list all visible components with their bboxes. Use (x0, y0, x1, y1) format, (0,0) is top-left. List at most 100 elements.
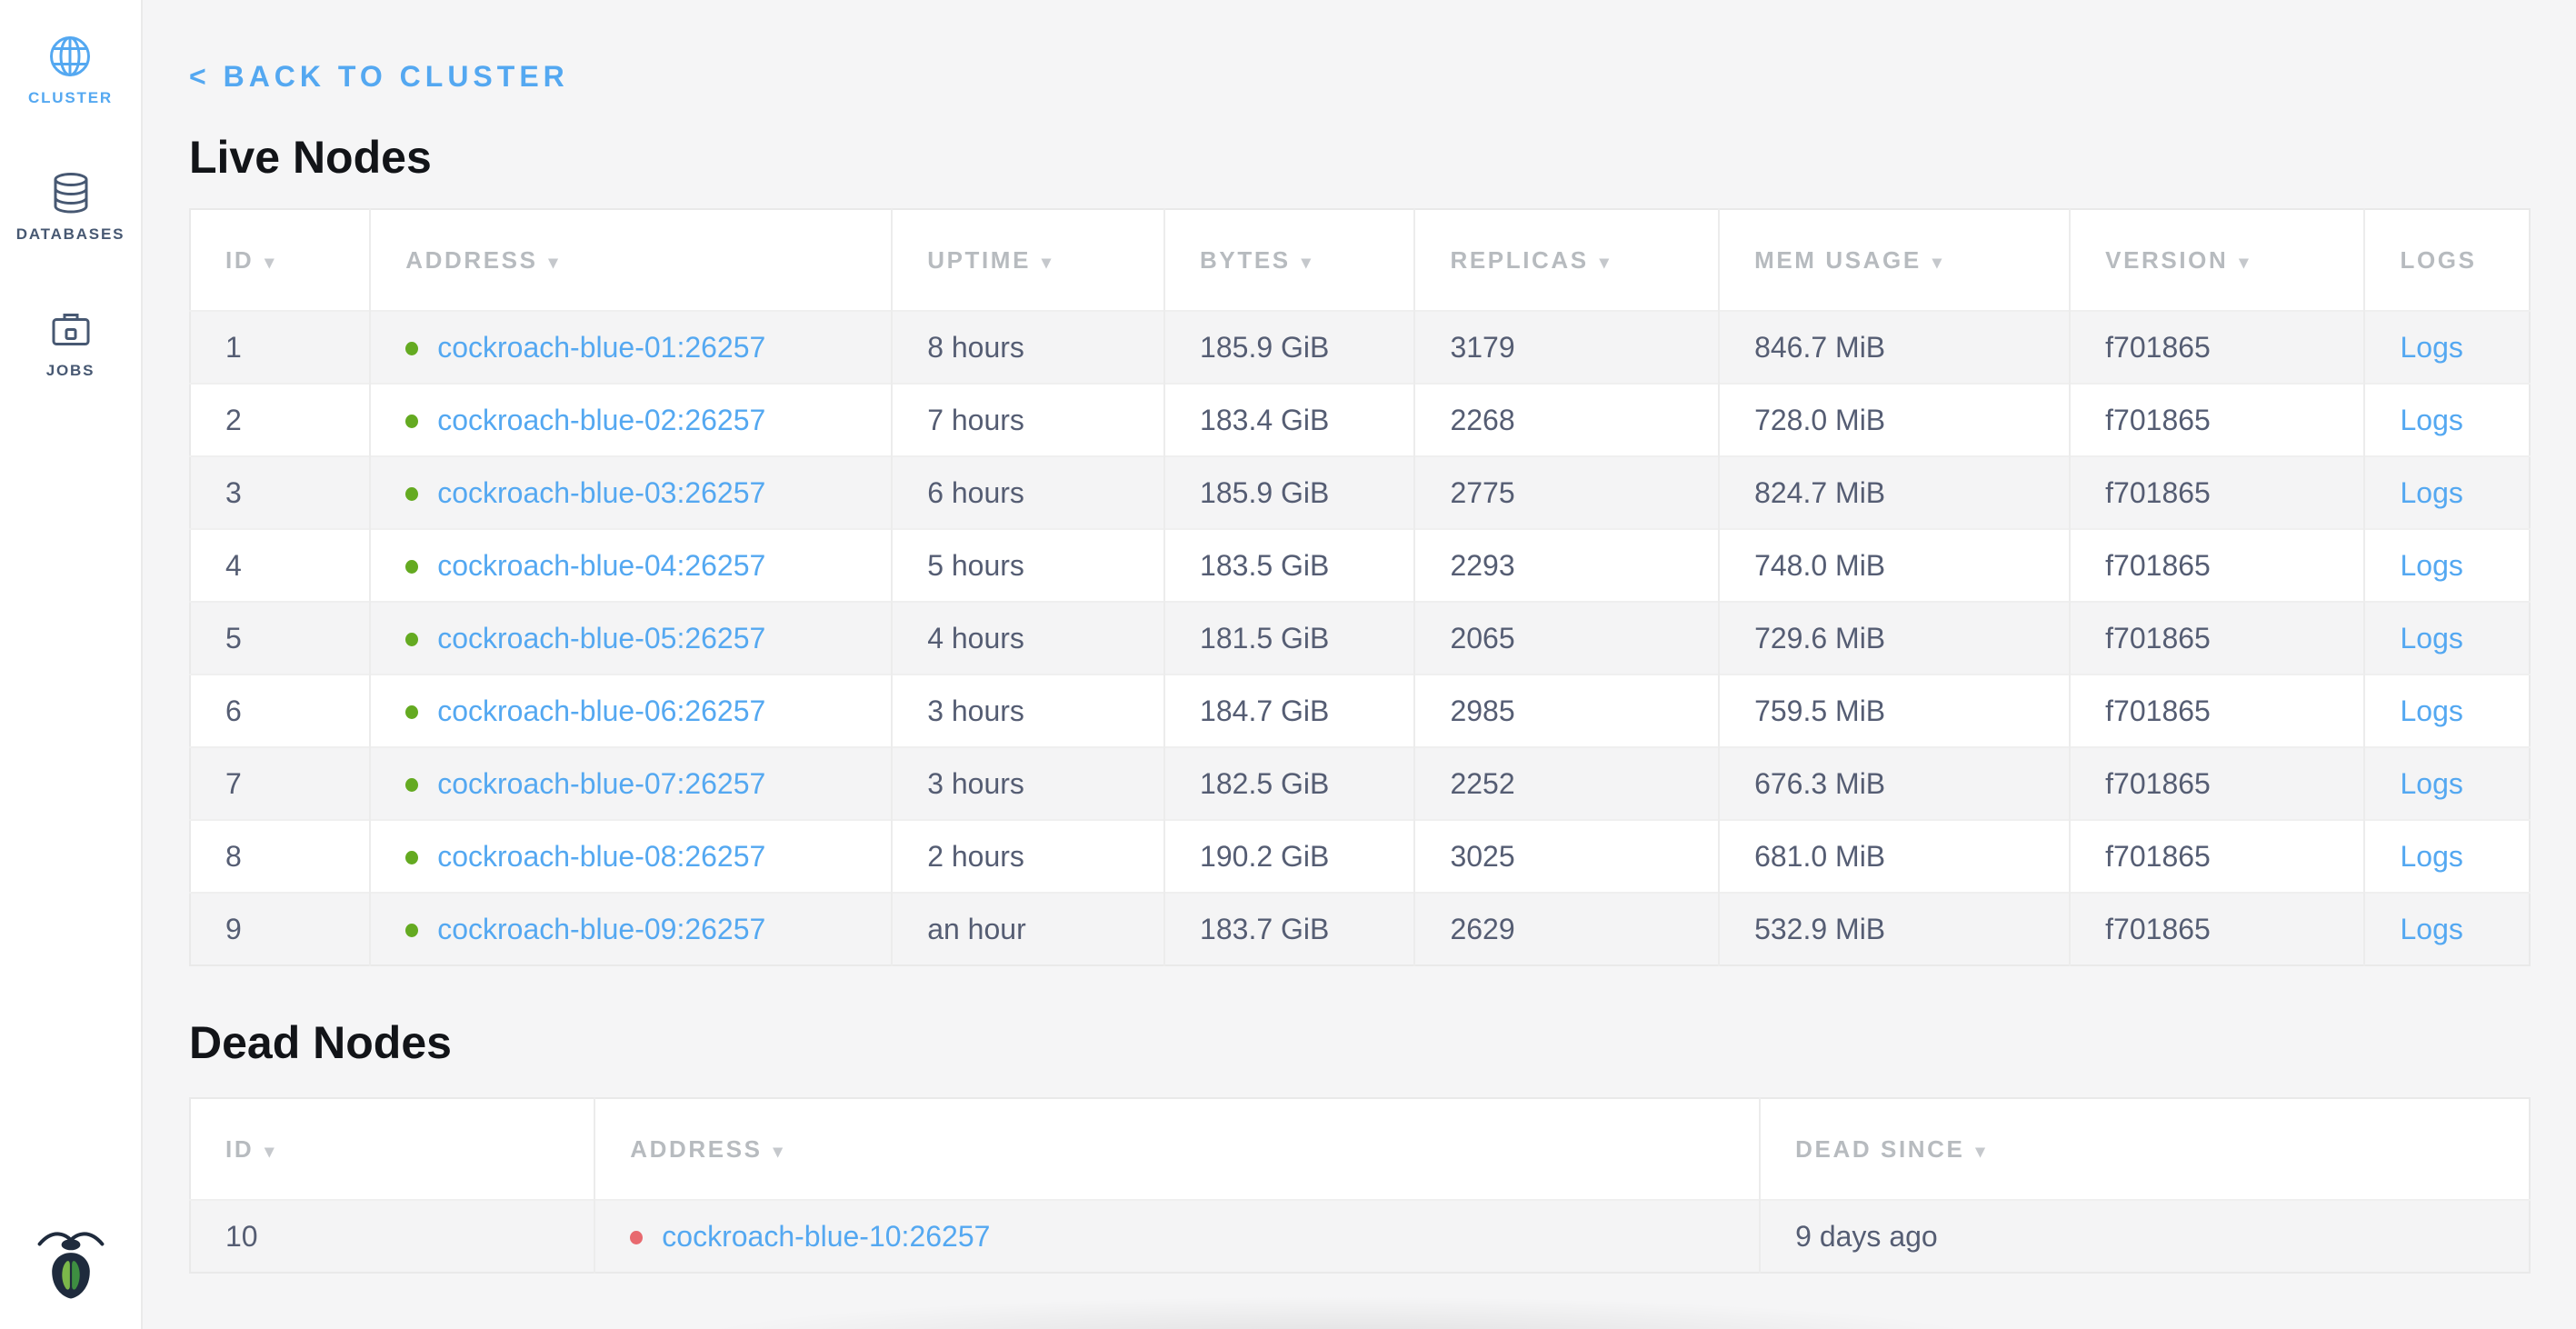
column-header-mem-usage[interactable]: MEM USAGE▾ (1719, 209, 2070, 311)
logs-link[interactable]: Logs (2400, 332, 2462, 365)
node-address-link[interactable]: cockroach-blue-03:26257 (437, 477, 765, 510)
cell-address: cockroach-blue-03:26257 (370, 456, 892, 529)
back-to-cluster-link[interactable]: < BACK TO CLUSTER (189, 60, 569, 94)
node-address-link[interactable]: cockroach-blue-04:26257 (437, 550, 765, 583)
cell-text: f701865 (2105, 332, 2211, 365)
cell-text: 9 days ago (1795, 1221, 1938, 1254)
cell-replicas: 2775 (1414, 456, 1719, 529)
logs-link[interactable]: Logs (2400, 841, 2462, 874)
sidebar-item-databases[interactable]: DATABASES (16, 171, 125, 244)
cell-version: f701865 (2070, 456, 2364, 529)
column-header-label: UPTIME (927, 246, 1031, 274)
cell-text: 728.0 MiB (1754, 405, 1885, 437)
cockroachdb-admin-ui: CLUSTER DATABASES JOBS (0, 0, 2576, 1329)
cell-text: f701865 (2105, 550, 2211, 583)
cell-text: an hour (927, 914, 1026, 946)
column-header-uptime[interactable]: UPTIME ▾ (892, 209, 1164, 311)
database-icon (49, 171, 93, 215)
cell-address: cockroach-blue-09:26257 (370, 893, 892, 965)
logs-link[interactable]: Logs (2400, 768, 2462, 801)
column-header-label: REPLICAS (1450, 246, 1588, 274)
cell-text: 2985 (1450, 695, 1514, 728)
cell-text: 729.6 MiB (1754, 623, 1885, 655)
column-header-label: LOGS (2400, 246, 2476, 274)
sort-arrow-icon: ▾ (1042, 253, 1051, 273)
table-row: 8cockroach-blue-08:262572 hours190.2 GiB… (190, 820, 2530, 893)
cell-version: f701865 (2070, 820, 2364, 893)
cell-text: 2065 (1450, 623, 1514, 655)
column-header-id[interactable]: ID▾ (190, 209, 370, 311)
logs-link[interactable]: Logs (2400, 914, 2462, 946)
globe-icon (48, 35, 92, 78)
cell-version: f701865 (2070, 384, 2364, 456)
logs-link[interactable]: Logs (2400, 623, 2462, 655)
cell-uptime: 8 hours (892, 311, 1164, 384)
briefcase-icon (49, 307, 93, 351)
table-row: 5cockroach-blue-05:262574 hours181.5 GiB… (190, 602, 2530, 674)
cell-replicas: 2985 (1414, 674, 1719, 747)
cell-id: 1 (190, 311, 370, 384)
cell-replicas: 3179 (1414, 311, 1719, 384)
cell-uptime: an hour (892, 893, 1164, 965)
node-address-link[interactable]: cockroach-blue-02:26257 (437, 405, 765, 437)
logs-link[interactable]: Logs (2400, 695, 2462, 728)
column-header-address[interactable]: ADDRESS▾ (594, 1098, 1760, 1200)
node-address-link[interactable]: cockroach-blue-01:26257 (437, 332, 765, 365)
live-status-dot (405, 633, 418, 646)
cell-uptime: 3 hours (892, 747, 1164, 820)
cell-text: 183.7 GiB (1200, 914, 1329, 946)
cell-replicas: 2293 (1414, 529, 1719, 602)
dead-nodes-body: 10cockroach-blue-10:262579 days ago (190, 1200, 2530, 1273)
cell-text: 3 hours (927, 695, 1024, 728)
column-header-address[interactable]: ADDRESS▾ (370, 209, 892, 311)
cell-replicas: 2252 (1414, 747, 1719, 820)
node-address-link[interactable]: cockroach-blue-06:26257 (437, 695, 765, 728)
cell-logs: Logs (2364, 384, 2530, 456)
cell-logs: Logs (2364, 529, 2530, 602)
cell-logs: Logs (2364, 893, 2530, 965)
cell-text: 2 hours (927, 841, 1024, 874)
sort-arrow-icon: ▾ (549, 253, 558, 273)
cell-id: 9 (190, 893, 370, 965)
cell-text: 2 (225, 405, 242, 437)
cell-address: cockroach-blue-01:26257 (370, 311, 892, 384)
cell-text: f701865 (2105, 914, 2211, 946)
cell-text: 681.0 MiB (1754, 841, 1885, 874)
live-status-dot (405, 705, 418, 719)
cell-version: f701865 (2070, 674, 2364, 747)
live-nodes-title: Live Nodes (189, 132, 2531, 183)
sidebar-item-jobs[interactable]: JOBS (46, 307, 95, 380)
cell-text: 6 hours (927, 477, 1024, 510)
column-header-dead-since[interactable]: DEAD SINCE▾ (1760, 1098, 2530, 1200)
sidebar-item-label: DATABASES (16, 225, 125, 244)
cell-address: cockroach-blue-05:26257 (370, 602, 892, 674)
column-header-replicas[interactable]: REPLICAS▾ (1414, 209, 1719, 311)
node-address-link[interactable]: cockroach-blue-09:26257 (437, 914, 765, 946)
table-row: 7cockroach-blue-07:262573 hours182.5 GiB… (190, 747, 2530, 820)
column-header-bytes[interactable]: BYTES▾ (1164, 209, 1414, 311)
node-address-link[interactable]: cockroach-blue-08:26257 (437, 841, 765, 874)
logs-link[interactable]: Logs (2400, 550, 2462, 583)
node-address-link[interactable]: cockroach-blue-10:26257 (662, 1221, 990, 1254)
dead-nodes-table: ID▾ADDRESS▾DEAD SINCE▾ 10cockroach-blue-… (189, 1097, 2531, 1274)
column-header-version[interactable]: VERSION▾ (2070, 209, 2364, 311)
sort-arrow-icon: ▾ (2239, 253, 2248, 273)
cell-text: 4 (225, 550, 242, 583)
node-address-link[interactable]: cockroach-blue-05:26257 (437, 623, 765, 655)
sidebar: CLUSTER DATABASES JOBS (0, 0, 143, 1329)
sidebar-item-cluster[interactable]: CLUSTER (28, 35, 113, 107)
cell-version: f701865 (2070, 893, 2364, 965)
cell-mem-usage: 824.7 MiB (1719, 456, 2070, 529)
cell-uptime: 6 hours (892, 456, 1164, 529)
node-address-link[interactable]: cockroach-blue-07:26257 (437, 768, 765, 801)
cell-uptime: 2 hours (892, 820, 1164, 893)
sort-arrow-icon: ▾ (1302, 253, 1311, 273)
cell-text: 759.5 MiB (1754, 695, 1885, 728)
cell-replicas: 2065 (1414, 602, 1719, 674)
column-header-id[interactable]: ID▾ (190, 1098, 594, 1200)
cell-uptime: 5 hours (892, 529, 1164, 602)
logs-link[interactable]: Logs (2400, 405, 2462, 437)
logs-link[interactable]: Logs (2400, 477, 2462, 510)
cell-text: f701865 (2105, 695, 2211, 728)
cell-bytes: 185.9 GiB (1164, 456, 1414, 529)
